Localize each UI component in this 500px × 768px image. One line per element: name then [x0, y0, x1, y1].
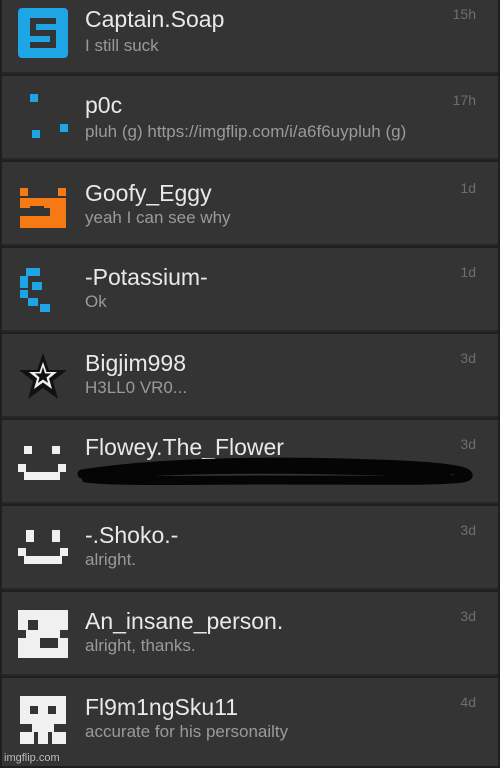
conversation-preview: I still suck: [85, 36, 159, 55]
conversation-preview: Ok: [85, 292, 107, 311]
conversation-username: p0c: [85, 92, 123, 118]
conversation-preview: pluh (g) https://imgflip.com/i/a6f6uyplu…: [85, 122, 407, 141]
conversation-row[interactable]: Fl9m1ngSku11 accurate for his personailt…: [2, 678, 498, 766]
conversation-preview: alright, thanks.: [85, 636, 196, 655]
conversation-list: Captain.Soap I still suck 15h p0c pluh (…: [0, 0, 500, 768]
conversation-row[interactable]: -.Shoko.- alright. 3d: [2, 506, 498, 590]
conversation-timestamp: 3d: [460, 608, 476, 624]
conversation-username: An_insane_person.: [85, 608, 284, 634]
conversation-timestamp: 1d: [460, 264, 476, 280]
conversation-row[interactable]: Flowey.The_Flower 3d: [2, 420, 498, 504]
blue-s-block-icon: [16, 6, 70, 60]
conversation-timestamp: 1d: [460, 180, 476, 196]
conversation-row[interactable]: Goofy_Eggy yeah I can see why 1d: [2, 162, 498, 246]
white-pixel-smile-icon: [16, 524, 70, 578]
conversation-row[interactable]: An_insane_person. alright, thanks. 3d: [2, 592, 498, 676]
orange-pixel-face-icon: [16, 182, 70, 236]
conversation-timestamp: 3d: [460, 350, 476, 366]
white-pixel-totem-icon: [16, 694, 70, 748]
conversation-timestamp: 17h: [452, 92, 476, 108]
conversation-username: -.Shoko.-: [85, 522, 179, 548]
conversation-username: Goofy_Eggy: [85, 180, 212, 206]
conversation-timestamp: 15h: [452, 6, 476, 22]
conversation-timestamp: 3d: [460, 436, 476, 452]
white-pixel-block-icon: [16, 606, 70, 660]
white-smiley-icon: [16, 440, 70, 494]
conversation-timestamp: 4d: [460, 694, 476, 710]
conversation-username: Captain.Soap: [85, 6, 225, 32]
conversation-row[interactable]: Captain.Soap I still suck 15h: [2, 0, 498, 74]
conversation-username: -Potassium-: [85, 264, 208, 290]
conversation-row[interactable]: -Potassium- Ok 1d: [2, 248, 498, 332]
conversation-preview: yeah I can see why: [85, 208, 231, 227]
conversation-username: Fl9m1ngSku11: [85, 694, 238, 720]
conversation-row[interactable]: p0c pluh (g) https://imgflip.com/i/a6f6u…: [2, 76, 498, 160]
watermark: imgflip.com: [4, 752, 60, 764]
scribble-redaction: [77, 457, 473, 485]
star-icon: [16, 350, 70, 404]
conversation-preview: accurate for his personailty: [85, 722, 289, 741]
conversation-row[interactable]: Bigjim998 H3LL0 VR0... 3d: [2, 334, 498, 418]
conversation-username: Bigjim998: [85, 350, 186, 376]
conversation-preview: alright.: [85, 550, 137, 569]
messages-screen: Captain.Soap I still suck 15h p0c pluh (…: [0, 0, 500, 768]
conversation-preview: H3LL0 VR0...: [85, 378, 188, 397]
blue-pixel-shape-icon: [16, 262, 70, 316]
conversation-timestamp: 3d: [460, 522, 476, 538]
blue-dots-icon: [16, 90, 70, 144]
